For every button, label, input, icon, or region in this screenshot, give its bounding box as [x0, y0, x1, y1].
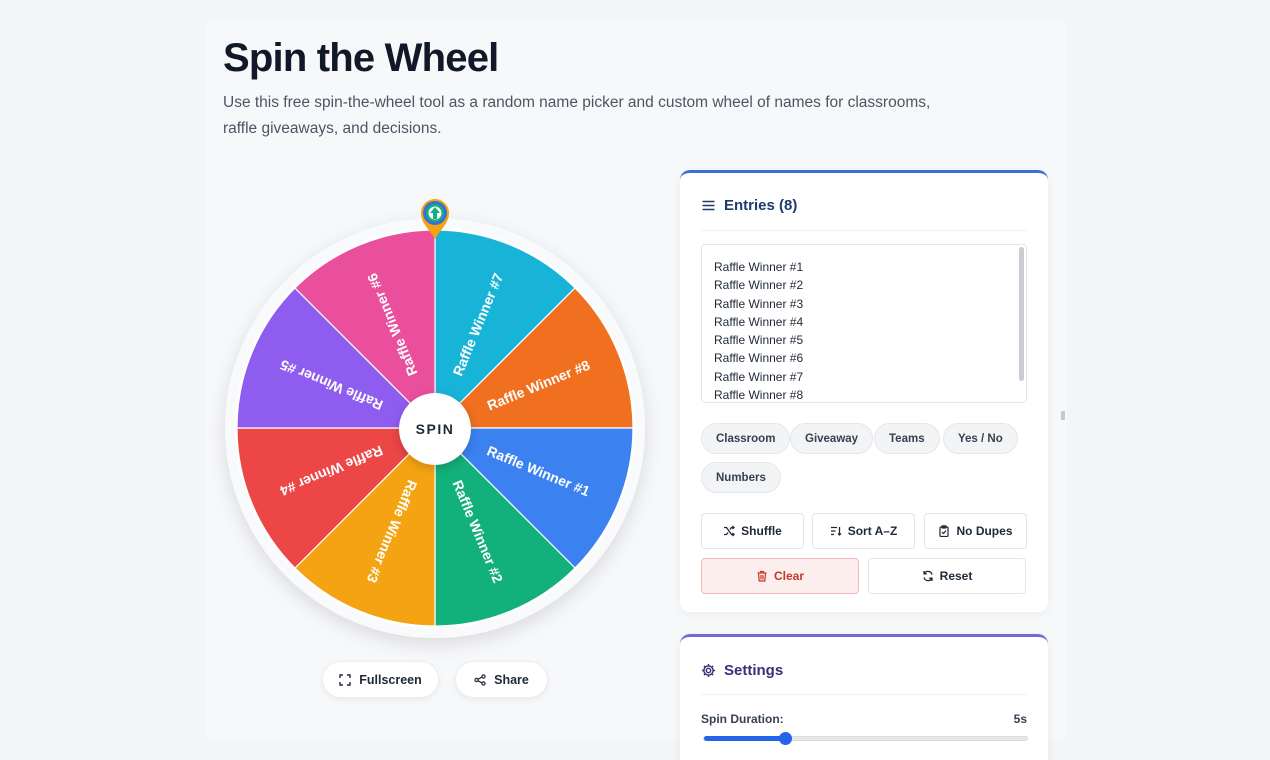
entry-line: Raffle Winner #8 [714, 388, 804, 403]
shuffle-button[interactable]: Shuffle [701, 513, 804, 549]
share-label: Share [494, 672, 529, 687]
entries-panel: Entries (8) Raffle Winner #1 Raffle Winne… [680, 170, 1048, 612]
trash-icon [757, 570, 767, 582]
entries-textarea[interactable]: Raffle Winner #1 Raffle Winner #2 Raffle W… [701, 244, 1027, 403]
entry-line: Raffle Winner #3 [714, 296, 804, 311]
share-icon [474, 673, 486, 686]
no-dupes-label: No Dupes [956, 524, 1013, 538]
pointer-icon [421, 199, 449, 239]
preset-teams[interactable]: Teams [874, 423, 940, 454]
share-button[interactable]: Share [455, 661, 548, 698]
resize-handle[interactable] [1061, 411, 1065, 420]
entry-line: Raffle Winner #6 [714, 351, 804, 366]
preset-yes-no[interactable]: Yes / No [943, 423, 1018, 454]
settings-panel: Settings Spin Duration: 5s [680, 634, 1048, 760]
entry-line: Raffle Winner #1 [714, 260, 804, 274]
reset-label: Reset [939, 569, 973, 583]
spin-duration-label: Spin Duration: [701, 712, 784, 726]
expand-icon [339, 673, 351, 686]
sort-label: Sort A–Z [847, 524, 898, 538]
reset-button[interactable]: Reset [868, 558, 1026, 594]
spin-duration-value: 5s [1013, 712, 1027, 726]
sort-button[interactable]: Sort A–Z [812, 513, 915, 549]
entry-line: Raffle Winner #7 [714, 369, 804, 384]
entries-header: Entries (8) [701, 197, 797, 214]
spin-button[interactable]: SPIN [399, 393, 471, 465]
entry-line: Raffle Winner #5 [714, 333, 804, 348]
clipboard-icon [939, 525, 950, 537]
slider-thumb[interactable] [778, 732, 792, 745]
refresh-icon [923, 570, 933, 582]
shuffle-label: Shuffle [741, 524, 782, 538]
fullscreen-button[interactable]: Fullscreen [322, 661, 439, 698]
gear-icon [702, 664, 715, 677]
entry-line: Raffle Winner #2 [714, 278, 804, 293]
sort-icon [830, 526, 842, 536]
entry-line: Raffle Winner #4 [714, 314, 804, 329]
page-subtitle: Use this free spin-the-wheel tool as a r… [223, 94, 931, 137]
preset-numbers[interactable]: Numbers [701, 462, 781, 493]
textarea-scrollbar[interactable] [1019, 247, 1024, 381]
preset-classroom[interactable]: Classroom [701, 423, 791, 454]
list-icon [702, 200, 715, 211]
clear-label: Clear [773, 569, 805, 583]
shuffle-icon [724, 525, 736, 537]
entries-title: Entries (8) [724, 197, 798, 214]
divider [701, 694, 1027, 695]
preset-giveaway[interactable]: Giveaway [790, 423, 874, 454]
page-title: Spin the Wheel [223, 36, 499, 80]
no-dupes-button[interactable]: No Dupes [924, 513, 1027, 549]
settings-header: Settings [701, 662, 783, 679]
slider-fill [704, 736, 785, 741]
spin-duration-slider[interactable] [703, 732, 1028, 745]
settings-title: Settings [724, 662, 784, 679]
fullscreen-label: Fullscreen [359, 672, 422, 687]
clear-button[interactable]: Clear [701, 558, 859, 594]
divider [701, 230, 1027, 231]
